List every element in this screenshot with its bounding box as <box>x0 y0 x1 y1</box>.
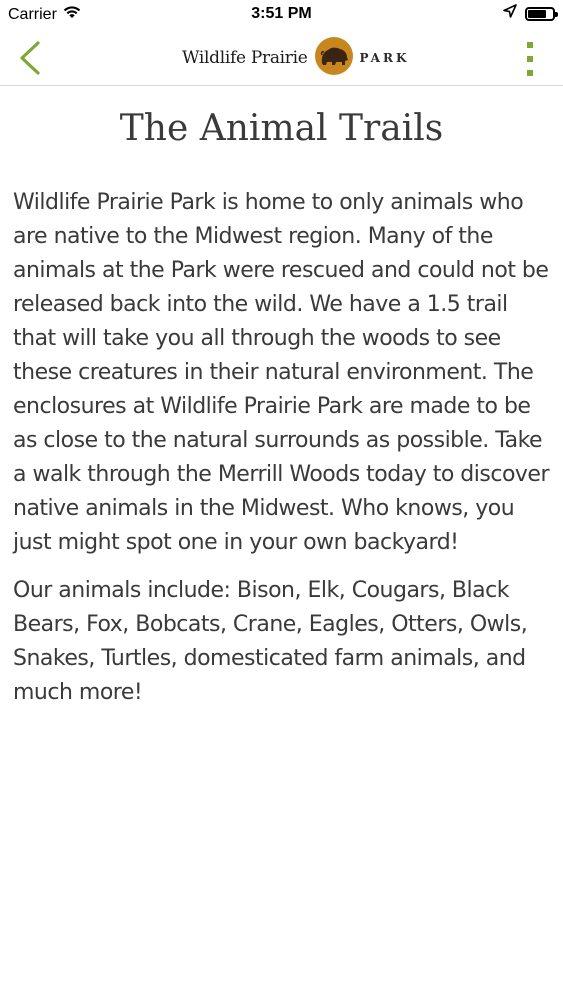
content: Wildlife Prairie Park is home to only an… <box>13 186 553 724</box>
bison-logo-icon <box>314 36 354 80</box>
animals-paragraph: Our animals include: Bison, Elk, Cougars… <box>13 578 528 705</box>
menu-dot <box>527 42 533 48</box>
menu-dot <box>527 70 533 76</box>
battery-icon <box>525 6 558 21</box>
intro-paragraph: Wildlife Prairie Park is home to only an… <box>13 190 550 555</box>
location-arrow-icon <box>503 4 517 23</box>
status-time: 3:51 PM <box>251 5 312 22</box>
page-title: The Animal Trails <box>119 108 444 149</box>
status-bar: Carrier 3:51 PM <box>0 0 563 30</box>
back-button[interactable] <box>12 38 52 78</box>
logo-text: Wildlife Prairie <box>182 48 308 68</box>
chevron-left-icon <box>20 41 40 75</box>
more-options-button[interactable] <box>523 42 537 76</box>
menu-dot <box>527 56 533 62</box>
battery-level <box>528 9 547 18</box>
logo-park: PARK <box>359 51 410 65</box>
status-right <box>503 4 558 23</box>
nav-bar: Wildlife Prairie PARK <box>0 30 563 86</box>
logo: Wildlife Prairie PARK <box>182 36 410 80</box>
